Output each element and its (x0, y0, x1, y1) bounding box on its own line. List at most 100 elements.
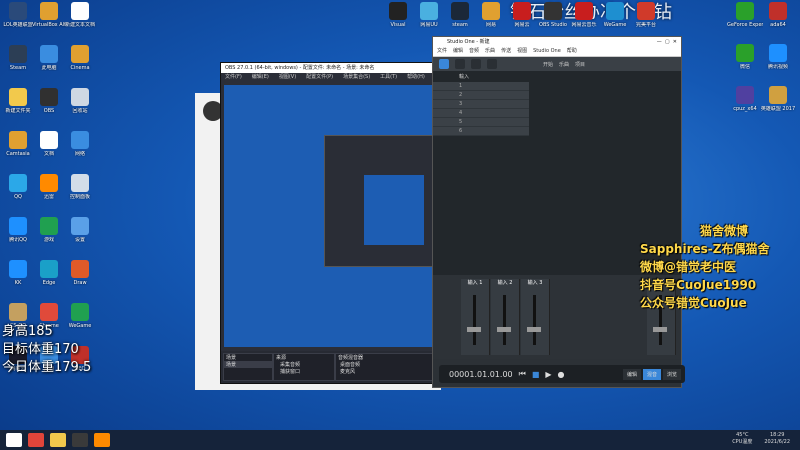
app-icon (71, 2, 89, 20)
desktop-icon-label: 新建文本文档 (64, 22, 95, 28)
s1-menu-help[interactable]: 帮助 (567, 47, 577, 56)
app-icon (40, 174, 58, 192)
desktop-icon[interactable]: 回收站 (62, 88, 98, 114)
mixer-strip[interactable]: 输入 2 (491, 279, 520, 355)
taskbar: 45°C CPU温度 18:29 2021/6/22 (0, 430, 800, 450)
app-icon (544, 2, 562, 20)
obs-menu-scenes[interactable]: 场景集合(S) (343, 73, 370, 82)
obs-menu-help[interactable]: 帮助(H) (407, 73, 425, 82)
page-tab[interactable]: 混音 (642, 368, 661, 380)
window-controls[interactable]: — ▢ ✕ (657, 37, 677, 47)
rewind-icon[interactable]: ⏮ (519, 369, 526, 379)
fader-knob[interactable] (467, 327, 481, 332)
obs-menu-profile[interactable]: 配置文件(P) (306, 73, 333, 82)
track-row[interactable]: 4 (433, 109, 529, 118)
app-icon (40, 217, 58, 235)
record-icon[interactable]: ● (558, 370, 565, 379)
desktop-icon-label: 微信 (739, 64, 750, 70)
desktop-icon[interactable]: 设置 (62, 217, 98, 243)
desktop-icon[interactable]: 网络 (62, 131, 98, 157)
scenes-dock[interactable]: 场景 场景 (223, 353, 273, 381)
s1-menu-audio[interactable]: 音频 (469, 47, 479, 56)
desktop-icon[interactable]: GeForce Experience (727, 2, 763, 28)
stop-icon[interactable]: ■ (532, 370, 540, 379)
desktop-icon[interactable]: cpuz_x64 (727, 86, 763, 112)
desktop-icon[interactable]: 控制面板 (62, 174, 98, 200)
app-icon (736, 2, 754, 20)
studio-one-window[interactable]: Studio One - 新建 — ▢ ✕ 文件 编辑 音频 乐曲 传送 视图 … (432, 36, 685, 388)
app-icon (736, 86, 754, 104)
track-row[interactable]: 2 (433, 91, 529, 100)
desktop-icon[interactable]: Cinema (62, 45, 98, 71)
desktop-icon[interactable]: Draw (62, 260, 98, 286)
source-item[interactable]: 捕获窗口 (274, 368, 334, 375)
obs-docks: 场景 场景 来源 采集音频 捕获窗口 音频混音器 桌面音频 麦克风 (221, 351, 451, 383)
s1-menubar: 文件 编辑 音频 乐曲 传送 视图 Studio One 帮助 (433, 47, 681, 57)
desktop-icon-label: cpuz_x64 (733, 106, 757, 112)
strip-label: 输入 2 (497, 280, 513, 286)
fader-knob[interactable] (653, 327, 667, 332)
obs-menu-view[interactable]: 视图(V) (279, 73, 296, 82)
fader-track[interactable] (503, 295, 506, 345)
desktop-icon-label: 腾讯视频 (767, 64, 788, 70)
desktop-icon[interactable]: WeGame (62, 303, 98, 329)
s1-menu-studioone[interactable]: Studio One (533, 47, 561, 56)
source-item[interactable]: 采集音频 (274, 361, 334, 368)
app-icon (513, 2, 531, 20)
overlay-info-line: 抖音号CuoJue1990 (640, 278, 757, 292)
desktop-icon-label: 回收站 (72, 108, 88, 114)
scene-item[interactable]: 场景 (224, 361, 272, 368)
fader-knob[interactable] (527, 327, 541, 332)
start-page-button[interactable]: 开始 (543, 61, 553, 68)
s1-menu-song[interactable]: 乐曲 (485, 47, 495, 56)
app-icon (9, 131, 27, 149)
desktop-icon[interactable]: ada64 (760, 2, 796, 28)
play-icon[interactable]: ▶ (545, 370, 551, 379)
obs-menu-file[interactable]: 文件(F) (225, 73, 242, 82)
windows-start-icon[interactable] (6, 433, 22, 447)
obs-preview[interactable] (224, 85, 448, 347)
s1-menu-view[interactable]: 视图 (517, 47, 527, 56)
s1-menu-transport[interactable]: 传送 (501, 47, 511, 56)
app-icon (71, 260, 89, 278)
s1-menu-edit[interactable]: 编辑 (453, 47, 463, 56)
studio-one-icon[interactable] (94, 433, 110, 447)
split-tool-icon[interactable] (471, 59, 481, 69)
fader-track[interactable] (473, 295, 476, 345)
fader-track[interactable] (533, 295, 536, 345)
desktop-icon[interactable]: 腾讯视频 (760, 44, 796, 70)
app-icon (71, 131, 89, 149)
obs-window[interactable]: OBS 27.0.1 (64-bit, windows) - 配置文件: 未命名… (220, 62, 452, 384)
s1-title: Studio One - 新建 — ▢ ✕ (433, 37, 681, 47)
page-tab[interactable]: 浏览 (662, 368, 681, 380)
app-icon (482, 2, 500, 20)
range-tool-icon[interactable] (455, 59, 465, 69)
desktop-icon[interactable]: 英雄联盟 2017 (760, 86, 796, 112)
arrow-tool-icon[interactable] (439, 59, 449, 69)
mixer-strip[interactable]: 输入 3 (521, 279, 550, 355)
track-row[interactable]: 3 (433, 100, 529, 109)
obs-icon[interactable] (72, 433, 88, 447)
s1-transport: 00001.01.01.00 ⏮ ■ ▶ ● 编辑 混音 浏览 (439, 365, 685, 383)
obs-menu-edit[interactable]: 编辑(E) (252, 73, 269, 82)
page-tab[interactable]: 编辑 (622, 368, 641, 380)
sources-dock[interactable]: 来源 采集音频 捕获窗口 (273, 353, 335, 381)
s1-menu-file[interactable]: 文件 (437, 47, 447, 56)
eraser-tool-icon[interactable] (487, 59, 497, 69)
project-page-button[interactable]: 项目 (575, 61, 585, 68)
chrome-icon[interactable] (28, 433, 44, 447)
song-page-button[interactable]: 乐曲 (559, 61, 569, 68)
track-row[interactable]: 1 (433, 82, 529, 91)
explorer-icon[interactable] (50, 433, 66, 447)
clock[interactable]: 18:29 2021/6/22 (764, 432, 790, 446)
desktop-icon[interactable]: 新建文本文档 (62, 2, 98, 28)
app-icon (9, 45, 27, 63)
track-row[interactable]: 5 (433, 118, 529, 127)
track-row[interactable]: 6 (433, 127, 529, 136)
app-icon (637, 2, 655, 20)
desktop-icon[interactable]: 完美平台 (628, 2, 664, 28)
desktop-icon[interactable]: 微信 (727, 44, 763, 70)
mixer-strip[interactable]: 输入 1 (461, 279, 490, 355)
obs-menu-tools[interactable]: 工具(T) (380, 73, 397, 82)
fader-knob[interactable] (497, 327, 511, 332)
